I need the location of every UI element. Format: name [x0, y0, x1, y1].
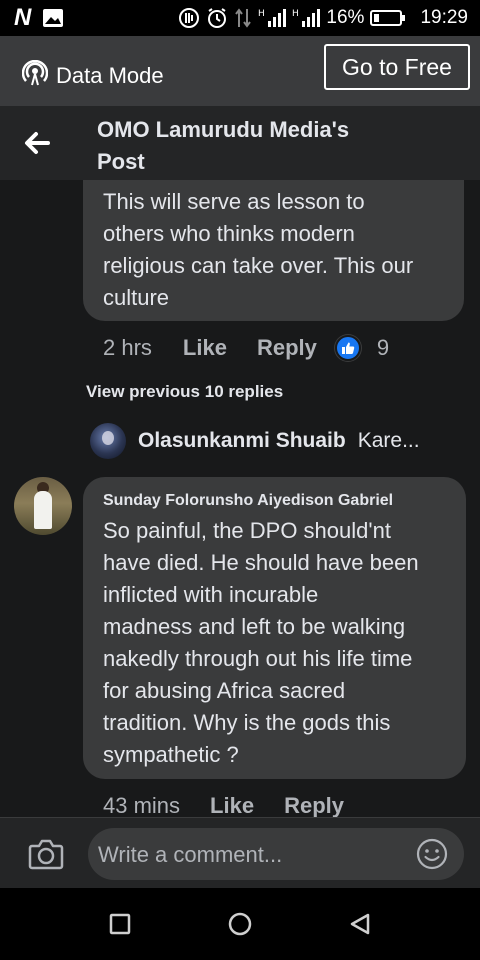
battery-icon	[370, 9, 406, 27]
reaction-count: 9	[376, 335, 390, 360]
svg-text:H: H	[258, 9, 265, 19]
reply-preview-text: Kare...	[357, 429, 420, 452]
comment-text-line: tradition. Why is the gods this	[103, 710, 391, 735]
comment-meta: 43 mins Like Reply	[103, 793, 344, 817]
avatar[interactable]	[90, 423, 126, 459]
comment-bubble[interactable]: Sunday Folorunsho Aiyedison Gabriel So p…	[83, 477, 466, 779]
comment-text-line: for abusing Africa sacred	[103, 678, 346, 703]
data-mode-icon	[21, 59, 49, 92]
avatar[interactable]	[14, 477, 72, 535]
data-saver-icon	[178, 7, 200, 29]
like-button[interactable]: Like	[210, 793, 254, 817]
view-previous-replies-link[interactable]: View previous 10 replies	[86, 382, 283, 402]
back-triangle-icon[interactable]	[348, 912, 372, 936]
comment-text: So painful, the DPO should'nt have died.…	[103, 515, 446, 771]
comment-text-line: sympathetic ?	[103, 742, 239, 767]
page-title-line1: OMO Lamurudu Media's	[97, 117, 350, 142]
data-transfer-icon	[234, 7, 252, 29]
home-circle-icon[interactable]	[228, 912, 252, 936]
data-mode-bar: Data Mode Go to Free	[0, 36, 480, 106]
comment-bubble[interactable]: This will serve as lesson to others who …	[83, 180, 464, 321]
reply-author-name[interactable]: Olasunkanmi Shuaib	[138, 429, 346, 453]
comment-text-line: have died. He should have been	[103, 550, 419, 575]
reply-preview[interactable]: Olasunkanmi Shuaib Kare...	[90, 423, 420, 459]
clock-time: 19:29	[420, 7, 468, 28]
emoji-icon[interactable]	[416, 838, 448, 870]
signal-2-icon: H	[292, 7, 321, 29]
n-logo-icon: N	[14, 4, 31, 31]
data-mode-label[interactable]: Data Mode	[21, 59, 164, 92]
comment-time: 43 mins	[103, 793, 181, 817]
signal-1-icon: H	[258, 7, 287, 29]
comment-input[interactable]: Write a comment...	[88, 828, 464, 880]
data-mode-text: Data Mode	[56, 63, 164, 88]
comment-text-line: So painful, the DPO should'nt	[103, 518, 391, 543]
status-bar: N H H 16% 19:29	[0, 0, 480, 36]
reply-button[interactable]: Reply	[284, 793, 344, 817]
comment-meta: 2 hrs Like Reply 9	[103, 335, 389, 361]
system-nav-bar	[0, 888, 480, 960]
camera-icon[interactable]	[28, 838, 64, 870]
comment-text-line: This will serve as lesson to	[103, 189, 365, 214]
page-title-line2: Post	[97, 149, 145, 174]
recents-square-icon[interactable]	[108, 912, 132, 936]
comment-text-line: nakedly through out his life time	[103, 646, 413, 671]
page-title: OMO Lamurudu Media's Post	[97, 114, 397, 178]
comment-time: 2 hrs	[103, 335, 152, 360]
comment-text-line: religious can take over. This our	[103, 253, 414, 278]
comment-text-line: madness and left to be walking	[103, 614, 406, 639]
comments-area[interactable]: This will serve as lesson to others who …	[0, 180, 480, 817]
like-button[interactable]: Like	[183, 335, 227, 361]
reply-button[interactable]: Reply	[257, 335, 317, 361]
status-right: H H 16% 19:29	[178, 6, 468, 30]
comment-text-line: inflicted with incurable	[103, 582, 319, 607]
comment-composer: Write a comment...	[0, 817, 480, 888]
image-icon	[42, 8, 64, 28]
comment-input-placeholder[interactable]: Write a comment...	[98, 842, 282, 868]
status-left: N	[14, 6, 64, 30]
go-to-free-button[interactable]: Go to Free	[324, 44, 470, 90]
battery-percent: 16%	[326, 7, 365, 28]
comment-text-line: culture	[103, 285, 170, 310]
like-reaction-icon[interactable]	[334, 335, 361, 361]
svg-text:H: H	[292, 9, 299, 19]
alarm-icon	[206, 7, 228, 29]
comment-author-name[interactable]: Sunday Folorunsho Aiyedison Gabriel	[103, 491, 446, 511]
comment-text-line: others who thinks modern	[103, 221, 355, 246]
post-header: OMO Lamurudu Media's Post	[0, 106, 480, 180]
back-arrow-icon[interactable]	[22, 128, 52, 158]
